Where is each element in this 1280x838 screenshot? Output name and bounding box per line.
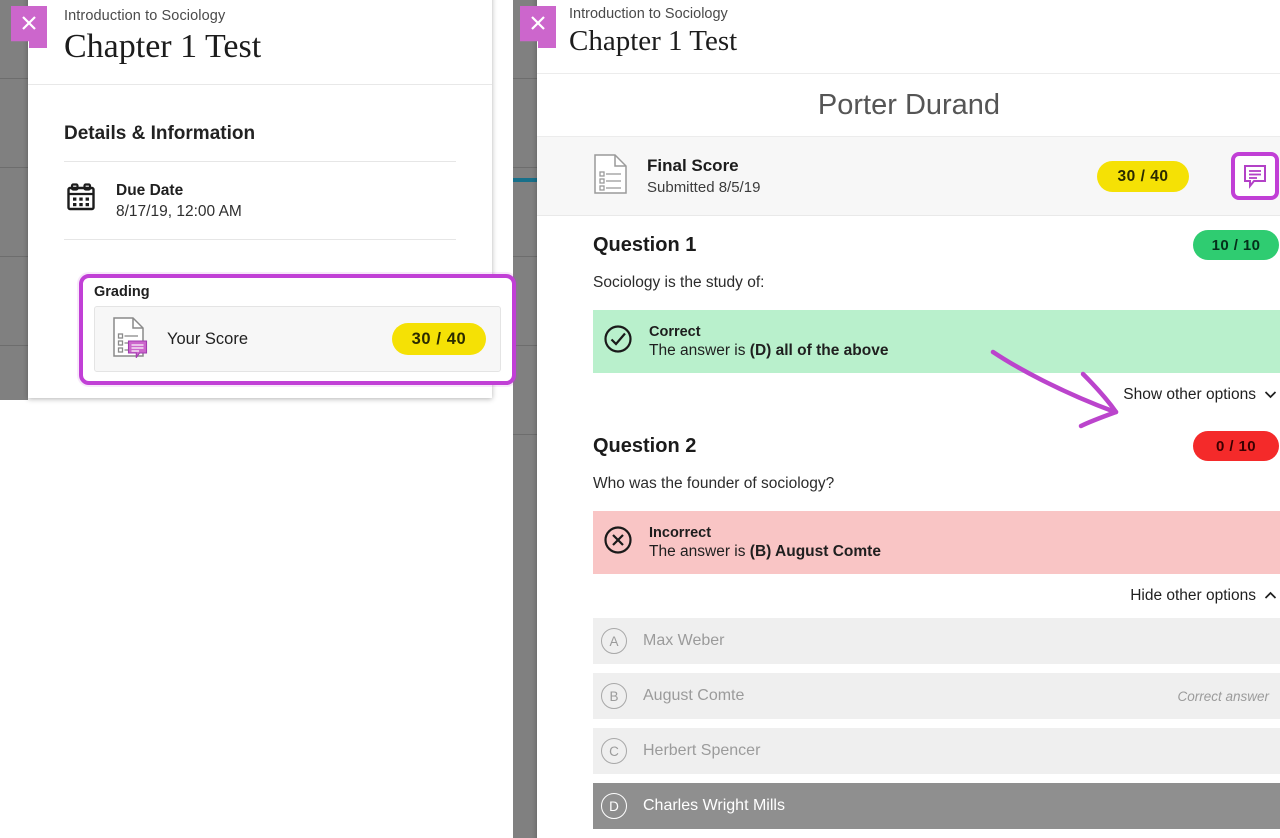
calendar-icon <box>66 182 96 217</box>
final-score-row: Final Score Submitted 8/5/19 30 / 40 <box>537 137 1280 216</box>
student-name: Porter Durand <box>537 74 1280 137</box>
background-list-strip-left <box>0 0 28 400</box>
page-title: Chapter 1 Test <box>64 28 262 65</box>
result-state-label: Incorrect <box>649 524 712 541</box>
option-letter: C <box>601 738 627 764</box>
correct-answer-note: Correct answer <box>1177 688 1269 704</box>
grading-highlight-box: Grading Your Score 30 / 40 <box>79 274 516 385</box>
answer-options-list: A Max Weber B August Comte Correct answe… <box>593 618 1280 829</box>
answer-option-row[interactable]: A Max Weber <box>593 618 1280 664</box>
result-state-label: Correct <box>649 323 701 340</box>
background-accent-line <box>513 178 538 182</box>
answer-option-row-selected[interactable]: D Charles Wright Mills <box>593 783 1280 829</box>
your-score-label: Your Score <box>167 329 249 348</box>
option-text: Charles Wright Mills <box>643 797 785 814</box>
answer-value: (D) all of the above <box>749 341 889 359</box>
close-icon <box>22 16 36 30</box>
option-letter: A <box>601 628 627 654</box>
x-circle-icon <box>603 525 633 560</box>
course-name: Introduction to Sociology <box>64 8 226 24</box>
comment-bubble-icon <box>1244 165 1266 189</box>
option-text: August Comte <box>643 687 745 704</box>
details-section-heading: Details & Information <box>64 123 256 144</box>
final-score-badge: 30 / 40 <box>1097 161 1189 192</box>
toggle-label: Show other options <box>1123 386 1256 403</box>
graded-document-icon <box>111 316 149 363</box>
result-answer-text: The answer is (D) all of the above <box>649 342 888 360</box>
view-comments-button[interactable] <box>1231 152 1279 200</box>
answer-option-row[interactable]: C Herbert Spencer <box>593 728 1280 774</box>
chevron-down-icon <box>1264 386 1277 404</box>
question-prompt: Sociology is the study of: <box>593 274 765 291</box>
question-prompt: Who was the founder of sociology? <box>593 475 835 492</box>
answer-option-row[interactable]: B August Comte Correct answer <box>593 673 1280 719</box>
toggle-label: Hide other options <box>1130 587 1256 604</box>
question-title: Question 2 <box>593 434 697 457</box>
option-text: Max Weber <box>643 632 725 649</box>
question-score-badge: 0 / 10 <box>1193 431 1279 461</box>
close-icon <box>531 16 545 30</box>
due-date-value: 8/17/19, 12:00 AM <box>116 203 242 220</box>
chevron-up-icon <box>1264 587 1277 605</box>
your-score-badge: 30 / 40 <box>392 323 486 355</box>
show-other-options-toggle[interactable]: Show other options <box>593 373 1280 417</box>
option-text: Herbert Spencer <box>643 742 761 759</box>
due-date-row: Due Date 8/17/19, 12:00 AM <box>64 162 456 239</box>
answer-prefix: The answer is <box>649 341 750 359</box>
hide-other-options-toggle[interactable]: Hide other options <box>593 574 1280 618</box>
answer-result-band-correct: Correct The answer is (D) all of the abo… <box>593 310 1280 373</box>
final-score-label: Final Score <box>647 156 739 175</box>
question-score-badge: 10 / 10 <box>1193 230 1279 260</box>
option-letter: B <box>601 683 627 709</box>
check-circle-icon <box>603 324 633 359</box>
question-block: Question 1 10 / 10 Sociology is the stud… <box>537 216 1280 417</box>
course-name: Introduction to Sociology <box>569 6 728 22</box>
assignment-details-panel: Introduction to Sociology Chapter 1 Test… <box>28 0 516 398</box>
document-icon <box>593 153 629 200</box>
final-score-submitted: Submitted 8/5/19 <box>647 179 761 196</box>
page-title: Chapter 1 Test <box>569 25 738 57</box>
answer-prefix: The answer is <box>649 542 750 560</box>
question-block: Question 2 0 / 10 Who was the founder of… <box>537 417 1280 829</box>
your-score-row[interactable]: Your Score 30 / 40 <box>94 306 501 372</box>
divider <box>64 239 456 240</box>
grading-heading: Grading <box>94 284 150 300</box>
right-panel-header: Introduction to Sociology Chapter 1 Test <box>537 0 1280 74</box>
submission-review-panel: Introduction to Sociology Chapter 1 Test… <box>537 0 1280 838</box>
background-list-strip-middle <box>513 0 538 838</box>
question-title: Question 1 <box>593 233 697 256</box>
answer-value: (B) August Comte <box>749 542 881 560</box>
screenshot-root: Introduction to Sociology Chapter 1 Test… <box>0 0 1280 838</box>
answer-result-band-incorrect: Incorrect The answer is (B) August Comte <box>593 511 1280 574</box>
option-letter: D <box>601 793 627 819</box>
result-answer-text: The answer is (B) August Comte <box>649 543 881 561</box>
due-date-label: Due Date <box>116 182 184 199</box>
left-panel-header: Introduction to Sociology Chapter 1 Test <box>28 0 492 85</box>
